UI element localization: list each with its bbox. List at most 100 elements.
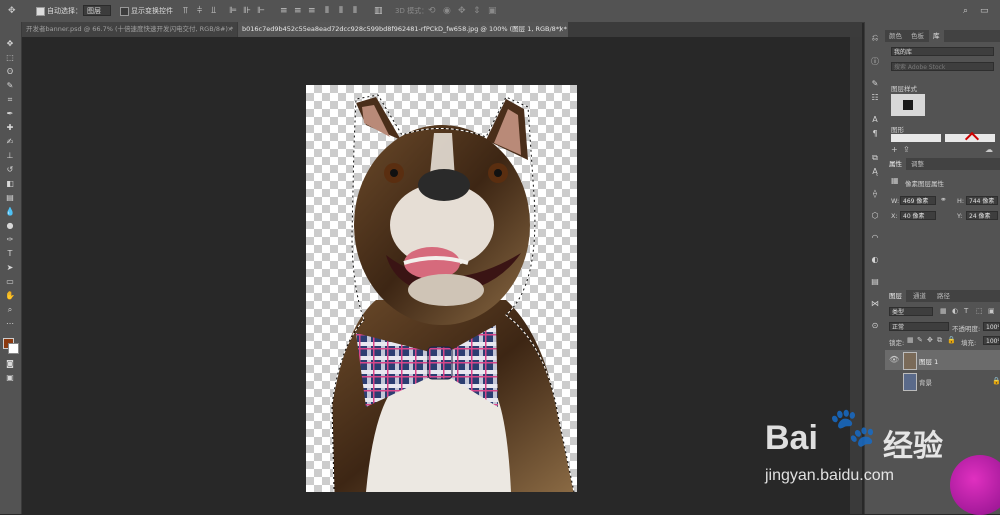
brush-panel-icon[interactable]: ✎: [869, 78, 881, 90]
height-field[interactable]: 744 像素: [966, 196, 998, 205]
align-left-icon[interactable]: ⊫: [229, 6, 237, 16]
3d-pan-icon[interactable]: ✥: [458, 6, 466, 16]
align-right-icon[interactable]: ⊩: [257, 6, 265, 16]
graphic-thumb-1[interactable]: [891, 134, 941, 142]
tab-dog-jpg[interactable]: b016c7ed9b452c55ea8ead72dcc928c599bd8f96…: [238, 22, 568, 37]
timeline-panel-icon[interactable]: ◠: [869, 232, 881, 244]
auto-select-dropdown[interactable]: 图层: [83, 5, 111, 16]
width-field[interactable]: 469 像素: [900, 196, 936, 205]
lock-all-icon[interactable]: 🔒: [947, 335, 956, 345]
distribute-left-icon[interactable]: ⦀: [325, 6, 329, 16]
lock-artboard-icon[interactable]: ⧉: [937, 335, 942, 345]
tab-channels[interactable]: 通道: [909, 290, 930, 302]
link-icon[interactable]: ⚭: [940, 195, 947, 205]
type-tool-icon[interactable]: T: [3, 248, 17, 260]
move-tool-icon[interactable]: ✥: [3, 38, 17, 50]
pen-tool-icon[interactable]: ✑: [3, 234, 17, 246]
zoom-tool-icon[interactable]: ⌕: [3, 304, 17, 316]
more-tools-icon[interactable]: ⋯: [3, 318, 17, 330]
filter-pixel-icon[interactable]: ▦: [940, 306, 947, 316]
fill-field[interactable]: 100%: [983, 336, 1000, 345]
search-icon[interactable]: ⌕: [963, 6, 968, 16]
filter-type-icon[interactable]: T: [964, 306, 968, 316]
distribute-bottom-icon[interactable]: ≡: [308, 6, 316, 16]
history-brush-tool-icon[interactable]: ↺: [3, 164, 17, 176]
screen-mode-icon[interactable]: ▣: [3, 372, 17, 384]
glyphs-panel-icon[interactable]: Ą: [869, 166, 881, 178]
comp-panel-icon[interactable]: ⋈: [869, 298, 881, 310]
layer-kind-filter[interactable]: 类型: [889, 307, 933, 316]
tab-properties[interactable]: 属性: [885, 158, 906, 170]
auto-align-icon[interactable]: ▥: [374, 6, 383, 16]
cloud-icon[interactable]: ☁: [985, 145, 993, 155]
quick-select-tool-icon[interactable]: ✎: [3, 80, 17, 92]
crop-tool-icon[interactable]: ⌗: [3, 94, 17, 106]
tab-adjustments[interactable]: 调整: [907, 158, 928, 170]
path-select-tool-icon[interactable]: ➤: [3, 262, 17, 274]
paths-panel-icon[interactable]: ⟠: [869, 188, 881, 200]
layer-row-layer1[interactable]: 👁 图层 1: [885, 350, 1000, 370]
tool-presets-icon[interactable]: ⊙: [869, 320, 881, 332]
x-field[interactable]: 40 像素: [900, 211, 936, 220]
y-field[interactable]: 24 像素: [966, 211, 998, 220]
library-search-input[interactable]: 搜索 Adobe Stock: [891, 62, 994, 71]
blur-tool-icon[interactable]: 💧: [3, 206, 17, 218]
distribute-vcenter-icon[interactable]: ≡: [294, 6, 302, 16]
history-panel-icon[interactable]: ⎌: [869, 32, 881, 44]
eraser-tool-icon[interactable]: ◧: [3, 178, 17, 190]
auto-select-checkbox[interactable]: [36, 7, 45, 16]
paragraph-panel-icon[interactable]: ¶: [869, 128, 881, 140]
3d-panel-icon[interactable]: ⬡: [869, 210, 881, 222]
add-icon[interactable]: +: [891, 145, 898, 155]
tab-libraries[interactable]: 库: [929, 30, 944, 42]
notes-panel-icon[interactable]: ▤: [869, 276, 881, 288]
clone-stamp-tool-icon[interactable]: ⊥: [3, 150, 17, 162]
filter-adjust-icon[interactable]: ◐: [952, 306, 958, 316]
workspace-icon[interactable]: ▭: [980, 6, 989, 16]
layer-row-background[interactable]: 背景 🔒: [885, 371, 1000, 391]
brush-tool-icon[interactable]: ✍: [3, 136, 17, 148]
opacity-field[interactable]: 100%: [983, 322, 1000, 331]
distribute-top-icon[interactable]: ≡: [280, 6, 288, 16]
tab-banner-psd[interactable]: 开发者banner.psd @ 66.7% (十倍速度快速开发闪电交付, RGB…: [22, 22, 237, 37]
3d-roll-icon[interactable]: ◉: [443, 6, 451, 16]
filter-shape-icon[interactable]: ⬚: [976, 306, 983, 316]
healing-brush-tool-icon[interactable]: ✚: [3, 122, 17, 134]
show-transform-checkbox[interactable]: [120, 7, 129, 16]
gradient-tool-icon[interactable]: ▤: [3, 192, 17, 204]
3d-slide-icon[interactable]: ⇕: [473, 6, 481, 16]
tab-color[interactable]: 颜色: [885, 30, 906, 42]
rectangle-tool-icon[interactable]: ▭: [3, 276, 17, 288]
3d-orbit-icon[interactable]: ⟲: [428, 6, 436, 16]
hand-tool-icon[interactable]: ✋: [3, 290, 17, 302]
3d-scale-icon[interactable]: ▣: [488, 6, 497, 16]
graphic-thumb-2[interactable]: [945, 131, 995, 147]
tab-layers[interactable]: 图层: [885, 290, 906, 302]
blend-mode-select[interactable]: 正常: [889, 322, 949, 331]
align-vcenter-icon[interactable]: ⫩: [197, 6, 202, 16]
info-panel-icon[interactable]: ⓘ: [869, 56, 881, 68]
align-bottom-icon[interactable]: ⫫: [211, 6, 216, 16]
tab-swatches[interactable]: 色板: [907, 30, 928, 42]
tab-paths[interactable]: 路径: [933, 290, 954, 302]
quick-mask-icon[interactable]: ◙: [3, 358, 17, 370]
upload-icon[interactable]: ⇪: [903, 145, 910, 155]
character-panel-icon[interactable]: A: [869, 114, 881, 126]
align-top-icon[interactable]: ⫪: [183, 6, 188, 16]
document-canvas[interactable]: [306, 85, 577, 492]
layer-style-thumb[interactable]: [891, 94, 925, 116]
filter-smart-icon[interactable]: ▣: [988, 306, 995, 316]
distribute-hcenter-icon[interactable]: ⦀: [339, 6, 343, 16]
dodge-tool-icon[interactable]: ●: [3, 220, 17, 232]
marquee-tool-icon[interactable]: ⬚: [3, 52, 17, 64]
align-hcenter-icon[interactable]: ⊪: [243, 6, 251, 16]
distribute-right-icon[interactable]: ⦀: [353, 6, 357, 16]
library-select[interactable]: 我的库: [891, 47, 994, 56]
eye-icon[interactable]: 👁: [889, 355, 899, 365]
close-icon[interactable]: ×: [228, 22, 233, 37]
move-tool-icon[interactable]: ✥: [8, 6, 16, 16]
background-color-swatch[interactable]: [8, 343, 19, 354]
lock-pixels-icon[interactable]: ▦: [907, 335, 914, 345]
close-icon[interactable]: ×: [559, 22, 564, 37]
eyedropper-tool-icon[interactable]: ✒: [3, 108, 17, 120]
